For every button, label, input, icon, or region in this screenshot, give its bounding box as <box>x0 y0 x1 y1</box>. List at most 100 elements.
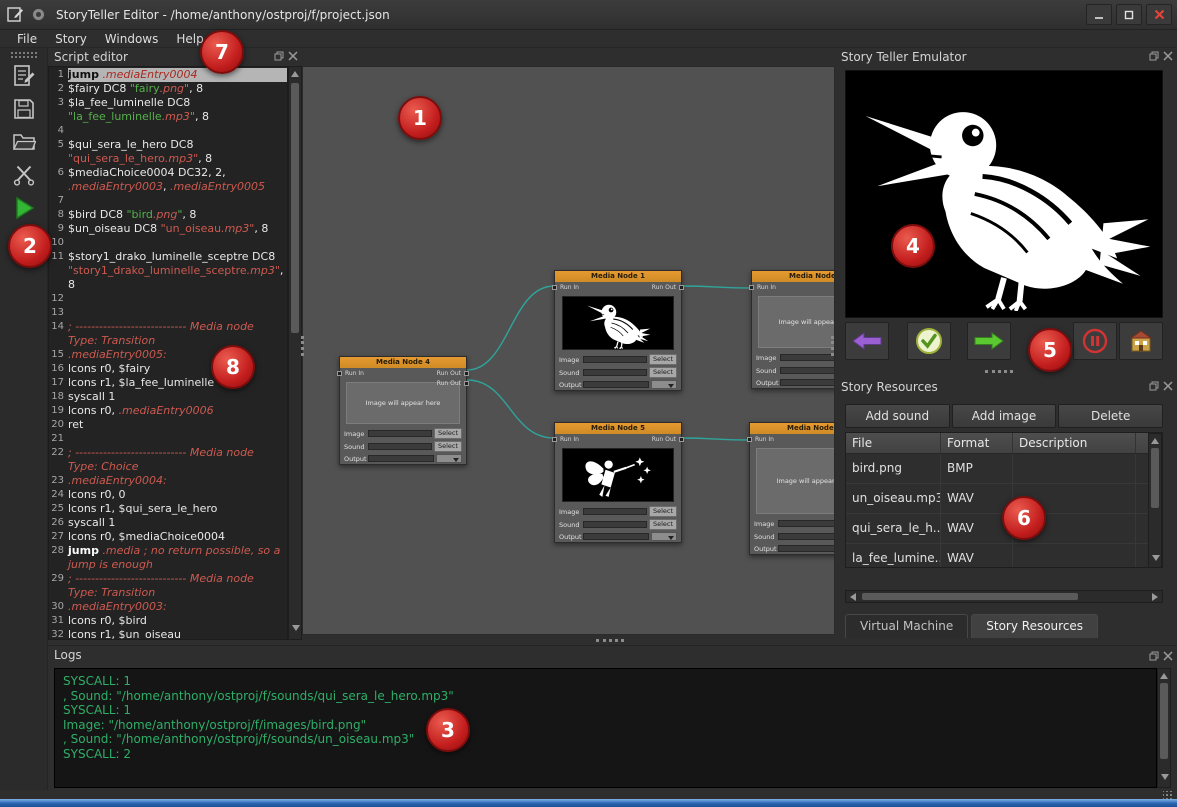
select-button[interactable]: Select <box>434 428 462 439</box>
scrollbar-thumb[interactable] <box>1151 448 1159 508</box>
code-line[interactable]: 28jump .media ; no return possible, so a… <box>49 544 287 572</box>
scroll-up-icon[interactable] <box>1151 438 1159 444</box>
run-in-port[interactable] <box>337 371 342 376</box>
media-node-title[interactable]: Media Node 3 <box>750 423 835 434</box>
resources-table-header[interactable]: File Format Description <box>846 433 1162 454</box>
logs-header[interactable]: Logs <box>48 646 1177 664</box>
code-line[interactable]: 18syscall 1 <box>49 390 287 404</box>
home-button[interactable] <box>1119 322 1163 360</box>
resources-hscrollbar[interactable] <box>845 590 1163 603</box>
script-editor-scrollbar[interactable] <box>288 66 302 640</box>
save-button[interactable] <box>7 94 41 124</box>
select-button[interactable]: Select <box>649 354 677 365</box>
resources-table[interactable]: File Format Description bird.pngBMPun_oi… <box>845 432 1163 568</box>
close-dock-icon[interactable] <box>288 51 298 61</box>
table-cell[interactable]: un_oiseau.mp3 <box>846 484 941 513</box>
field-value[interactable] <box>780 367 835 374</box>
media-node[interactable]: Media Node 3Run InRun OutImage will appe… <box>749 422 835 555</box>
run-out-port[interactable] <box>679 285 684 290</box>
close-dock-icon[interactable] <box>1163 51 1173 61</box>
float-dock-icon[interactable] <box>1149 51 1159 61</box>
code-line[interactable]: 3$la_fee_luminelle DC8 "la_fee_luminelle… <box>49 96 287 124</box>
code-line[interactable]: 14; ---------------------------- Media n… <box>49 320 287 348</box>
open-project-button[interactable] <box>7 127 41 157</box>
field-value[interactable] <box>368 430 432 437</box>
code-line[interactable]: 5$qui_sera_le_hero DC8 "qui_sera_le_hero… <box>49 138 287 166</box>
table-cell[interactable]: qui_sera_le_h... <box>846 514 941 543</box>
cut-scissors-button[interactable] <box>7 160 41 190</box>
field-value[interactable] <box>583 521 647 528</box>
script-editor-header[interactable]: Script editor <box>48 48 302 66</box>
scroll-right-icon[interactable] <box>1152 593 1158 601</box>
menu-file[interactable]: File <box>8 30 46 48</box>
close-button[interactable] <box>1146 4 1172 25</box>
run-in-port[interactable] <box>747 437 752 442</box>
float-dock-icon[interactable] <box>1149 381 1159 391</box>
close-dock-icon[interactable] <box>1163 651 1173 661</box>
script-editor-code[interactable]: 1jump .mediaEntry00042$fairy DC8 "fairy.… <box>48 66 288 640</box>
confirm-button[interactable] <box>907 322 951 360</box>
select-button[interactable]: Select <box>649 519 677 530</box>
run-story-button[interactable] <box>7 193 41 223</box>
minimize-button[interactable] <box>1086 4 1112 25</box>
table-cell[interactable] <box>1013 454 1136 483</box>
output-dropdown[interactable] <box>651 380 677 389</box>
field-value[interactable] <box>583 356 647 363</box>
scroll-down-icon[interactable] <box>1161 774 1169 780</box>
run-out-port[interactable] <box>464 381 469 386</box>
scroll-up-icon[interactable] <box>1160 673 1168 679</box>
compose-icon[interactable] <box>7 6 24 23</box>
splitter-handle[interactable] <box>596 639 624 643</box>
code-line[interactable]: 26syscall 1 <box>49 516 287 530</box>
story-node-canvas[interactable]: Media Node 4Run InRun OutRun OutImage wi… <box>302 66 835 635</box>
code-line[interactable]: 6$mediaChoice0004 DC32, 2, .mediaEntry00… <box>49 166 287 194</box>
code-line[interactable]: 27lcons r0, $mediaChoice0004 <box>49 530 287 544</box>
scrollbar-thumb[interactable] <box>1160 683 1168 759</box>
code-line[interactable]: 8$bird DC8 "bird.png", 8 <box>49 208 287 222</box>
scrollbar-thumb[interactable] <box>291 83 299 333</box>
run-in-port[interactable] <box>552 437 557 442</box>
code-line[interactable]: 7 <box>49 194 287 208</box>
field-value[interactable] <box>583 533 649 540</box>
field-value[interactable] <box>583 508 647 515</box>
media-node-title[interactable]: Media Node 2 <box>752 271 835 282</box>
scroll-up-icon[interactable] <box>291 71 299 77</box>
column-header-file[interactable]: File <box>846 433 941 453</box>
code-line[interactable]: 31lcons r0, $bird <box>49 614 287 628</box>
table-cell[interactable] <box>1013 544 1136 568</box>
column-header-format[interactable]: Format <box>941 433 1013 453</box>
table-cell[interactable]: bird.png <box>846 454 941 483</box>
media-node[interactable]: Media Node 2Run InRun OutImage will appe… <box>751 270 835 389</box>
code-line[interactable]: 13 <box>49 306 287 320</box>
field-value[interactable] <box>780 379 835 386</box>
tab-virtual-machine[interactable]: Virtual Machine <box>845 614 968 638</box>
new-script-button[interactable] <box>7 61 41 91</box>
toolbar-drag-handle[interactable] <box>11 52 37 58</box>
code-line[interactable]: 20ret <box>49 418 287 432</box>
select-button[interactable]: Select <box>649 367 677 378</box>
run-out-port[interactable] <box>464 371 469 376</box>
select-button[interactable]: Select <box>434 441 462 452</box>
scroll-down-icon[interactable] <box>1152 555 1160 561</box>
table-row[interactable]: bird.pngBMP <box>846 454 1162 484</box>
field-value[interactable] <box>778 520 835 527</box>
field-value[interactable] <box>778 545 835 552</box>
tab-story-resources[interactable]: Story Resources <box>971 614 1098 638</box>
run-out-port[interactable] <box>679 437 684 442</box>
close-dock-icon[interactable] <box>1163 381 1173 391</box>
scroll-down-icon[interactable] <box>292 625 300 631</box>
code-line[interactable]: 9$un_oiseau DC8 "un_oiseau.mp3", 8 <box>49 222 287 236</box>
splitter-handle[interactable] <box>301 336 305 356</box>
column-header-description[interactable]: Description <box>1013 433 1136 453</box>
forward-button[interactable] <box>967 322 1011 360</box>
code-line[interactable]: 30.mediaEntry0003: <box>49 600 287 614</box>
menu-story[interactable]: Story <box>46 30 96 48</box>
media-node-title[interactable]: Media Node 5 <box>555 423 681 434</box>
select-button[interactable]: Select <box>649 506 677 517</box>
run-in-port[interactable] <box>552 285 557 290</box>
menu-windows[interactable]: Windows <box>96 30 168 48</box>
code-line[interactable]: 21 <box>49 432 287 446</box>
code-line[interactable]: 1jump .mediaEntry0004 <box>49 68 287 82</box>
media-node[interactable]: Media Node 5Run InRun OutImageSelectSoun… <box>554 422 682 543</box>
scroll-left-icon[interactable] <box>850 593 856 601</box>
